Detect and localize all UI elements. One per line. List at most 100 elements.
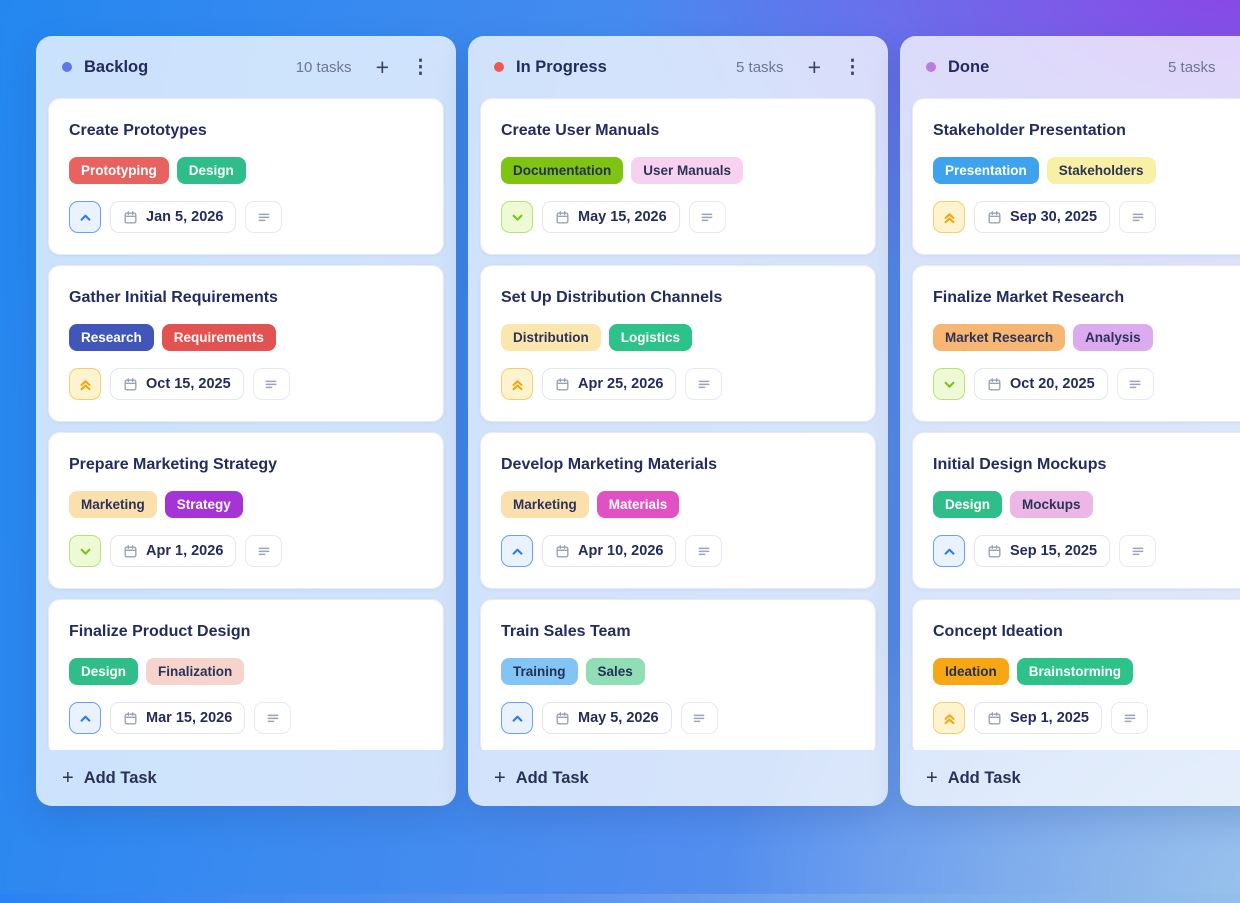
task-card[interactable]: Create Prototypes PrototypingDesign Jan … bbox=[48, 98, 444, 255]
task-card[interactable]: Finalize Product Design DesignFinalizati… bbox=[48, 599, 444, 750]
tag: Brainstorming bbox=[1017, 658, 1133, 685]
tag-list: DocumentationUser Manuals bbox=[501, 157, 855, 184]
priority-high-button[interactable] bbox=[933, 702, 965, 734]
add-card-button[interactable]: + bbox=[372, 54, 393, 81]
column-title: Done bbox=[948, 58, 989, 77]
tag-list: MarketingMaterials bbox=[501, 491, 855, 518]
card-meta-row: Mar 15, 2026 bbox=[69, 702, 423, 734]
card-meta-row: Sep 15, 2025 bbox=[933, 535, 1240, 567]
column-status-dot bbox=[62, 62, 72, 72]
due-date-label: May 15, 2026 bbox=[578, 209, 667, 225]
tag: Distribution bbox=[501, 324, 601, 351]
priority-low-button[interactable] bbox=[501, 201, 533, 233]
due-date-badge[interactable]: Sep 30, 2025 bbox=[974, 201, 1110, 233]
add-task-button[interactable]: + Add Task bbox=[926, 767, 1021, 790]
add-task-button[interactable]: + Add Task bbox=[62, 767, 157, 790]
tag-list: ResearchRequirements bbox=[69, 324, 423, 351]
task-card[interactable]: Initial Design Mockups DesignMockups Sep… bbox=[912, 432, 1240, 589]
priority-high-button[interactable] bbox=[501, 368, 533, 400]
card-meta-row: Apr 10, 2026 bbox=[501, 535, 855, 567]
priority-high-button[interactable] bbox=[933, 201, 965, 233]
tag: Finalization bbox=[146, 658, 244, 685]
due-date-badge[interactable]: Sep 15, 2025 bbox=[974, 535, 1110, 567]
add-card-button[interactable]: + bbox=[1236, 54, 1240, 81]
card-meta-row: Sep 1, 2025 bbox=[933, 702, 1240, 734]
due-date-badge[interactable]: Oct 15, 2025 bbox=[110, 368, 244, 400]
add-task-button[interactable]: + Add Task bbox=[494, 767, 589, 790]
description-lines-icon bbox=[263, 376, 279, 392]
task-card[interactable]: Train Sales Team TrainingSales May 5, 20… bbox=[480, 599, 876, 750]
priority-medium-button[interactable] bbox=[501, 535, 533, 567]
tag-list: TrainingSales bbox=[501, 658, 855, 685]
description-button[interactable] bbox=[245, 201, 282, 233]
chevron-down-icon bbox=[509, 209, 526, 226]
card-meta-row: May 5, 2026 bbox=[501, 702, 855, 734]
task-card[interactable]: Stakeholder Presentation PresentationSta… bbox=[912, 98, 1240, 255]
priority-medium-button[interactable] bbox=[501, 702, 533, 734]
priority-low-button[interactable] bbox=[933, 368, 965, 400]
tag: Research bbox=[69, 324, 154, 351]
task-title: Train Sales Team bbox=[501, 621, 855, 643]
due-date-badge[interactable]: Apr 10, 2026 bbox=[542, 535, 676, 567]
calendar-icon bbox=[987, 210, 1002, 225]
due-date-badge[interactable]: Apr 25, 2026 bbox=[542, 368, 676, 400]
description-lines-icon bbox=[699, 209, 715, 225]
due-date-badge[interactable]: May 15, 2026 bbox=[542, 201, 680, 233]
description-button[interactable] bbox=[1119, 201, 1156, 233]
description-button[interactable] bbox=[681, 702, 718, 734]
description-button[interactable] bbox=[245, 535, 282, 567]
description-lines-icon bbox=[1130, 209, 1146, 225]
bottom-gradient-strip bbox=[0, 894, 1240, 903]
task-card[interactable]: Concept Ideation IdeationBrainstorming S… bbox=[912, 599, 1240, 750]
task-title: Create User Manuals bbox=[501, 120, 855, 142]
task-card[interactable]: Develop Marketing Materials MarketingMat… bbox=[480, 432, 876, 589]
due-date-badge[interactable]: Mar 15, 2026 bbox=[110, 702, 245, 734]
priority-low-button[interactable] bbox=[69, 535, 101, 567]
description-button[interactable] bbox=[254, 702, 291, 734]
task-card[interactable]: Create User Manuals DocumentationUser Ma… bbox=[480, 98, 876, 255]
description-lines-icon bbox=[1122, 710, 1138, 726]
priority-medium-button[interactable] bbox=[69, 702, 101, 734]
due-date-badge[interactable]: Sep 1, 2025 bbox=[974, 702, 1102, 734]
due-date-badge[interactable]: Oct 20, 2025 bbox=[974, 368, 1108, 400]
chevrons-up-icon bbox=[941, 209, 958, 226]
due-date-label: Jan 5, 2026 bbox=[146, 209, 223, 225]
description-button[interactable] bbox=[685, 535, 722, 567]
task-card[interactable]: Gather Initial Requirements ResearchRequ… bbox=[48, 265, 444, 422]
description-button[interactable] bbox=[685, 368, 722, 400]
tag: Training bbox=[501, 658, 578, 685]
description-button[interactable] bbox=[1117, 368, 1154, 400]
task-title: Develop Marketing Materials bbox=[501, 454, 855, 476]
column-menu-button[interactable]: ⋮ bbox=[839, 56, 866, 79]
chevron-down-icon bbox=[77, 543, 94, 560]
card-meta-row: May 15, 2026 bbox=[501, 201, 855, 233]
add-card-button[interactable]: + bbox=[804, 54, 825, 81]
calendar-icon bbox=[555, 377, 570, 392]
tag: Mockups bbox=[1010, 491, 1093, 518]
description-button[interactable] bbox=[1111, 702, 1148, 734]
task-title: Gather Initial Requirements bbox=[69, 287, 423, 309]
priority-medium-button[interactable] bbox=[933, 535, 965, 567]
task-card[interactable]: Prepare Marketing Strategy MarketingStra… bbox=[48, 432, 444, 589]
due-date-badge[interactable]: Jan 5, 2026 bbox=[110, 201, 236, 233]
priority-high-button[interactable] bbox=[69, 368, 101, 400]
due-date-badge[interactable]: May 5, 2026 bbox=[542, 702, 672, 734]
tag: Presentation bbox=[933, 157, 1039, 184]
kanban-column-in-progress: In Progress 5 tasks + ⋮ Create User Manu… bbox=[468, 36, 888, 806]
description-lines-icon bbox=[265, 710, 281, 726]
due-date-label: Oct 20, 2025 bbox=[1010, 376, 1095, 392]
task-title: Set Up Distribution Channels bbox=[501, 287, 855, 309]
task-card[interactable]: Finalize Market Research Market Research… bbox=[912, 265, 1240, 422]
description-button[interactable] bbox=[1119, 535, 1156, 567]
plus-icon: + bbox=[926, 767, 938, 790]
due-date-label: Sep 30, 2025 bbox=[1010, 209, 1097, 225]
task-card[interactable]: Set Up Distribution Channels Distributio… bbox=[480, 265, 876, 422]
description-button[interactable] bbox=[689, 201, 726, 233]
due-date-label: Apr 1, 2026 bbox=[146, 543, 223, 559]
priority-medium-button[interactable] bbox=[69, 201, 101, 233]
column-menu-button[interactable]: ⋮ bbox=[407, 56, 434, 79]
calendar-icon bbox=[555, 544, 570, 559]
due-date-badge[interactable]: Apr 1, 2026 bbox=[110, 535, 236, 567]
description-button[interactable] bbox=[253, 368, 290, 400]
calendar-icon bbox=[555, 711, 570, 726]
